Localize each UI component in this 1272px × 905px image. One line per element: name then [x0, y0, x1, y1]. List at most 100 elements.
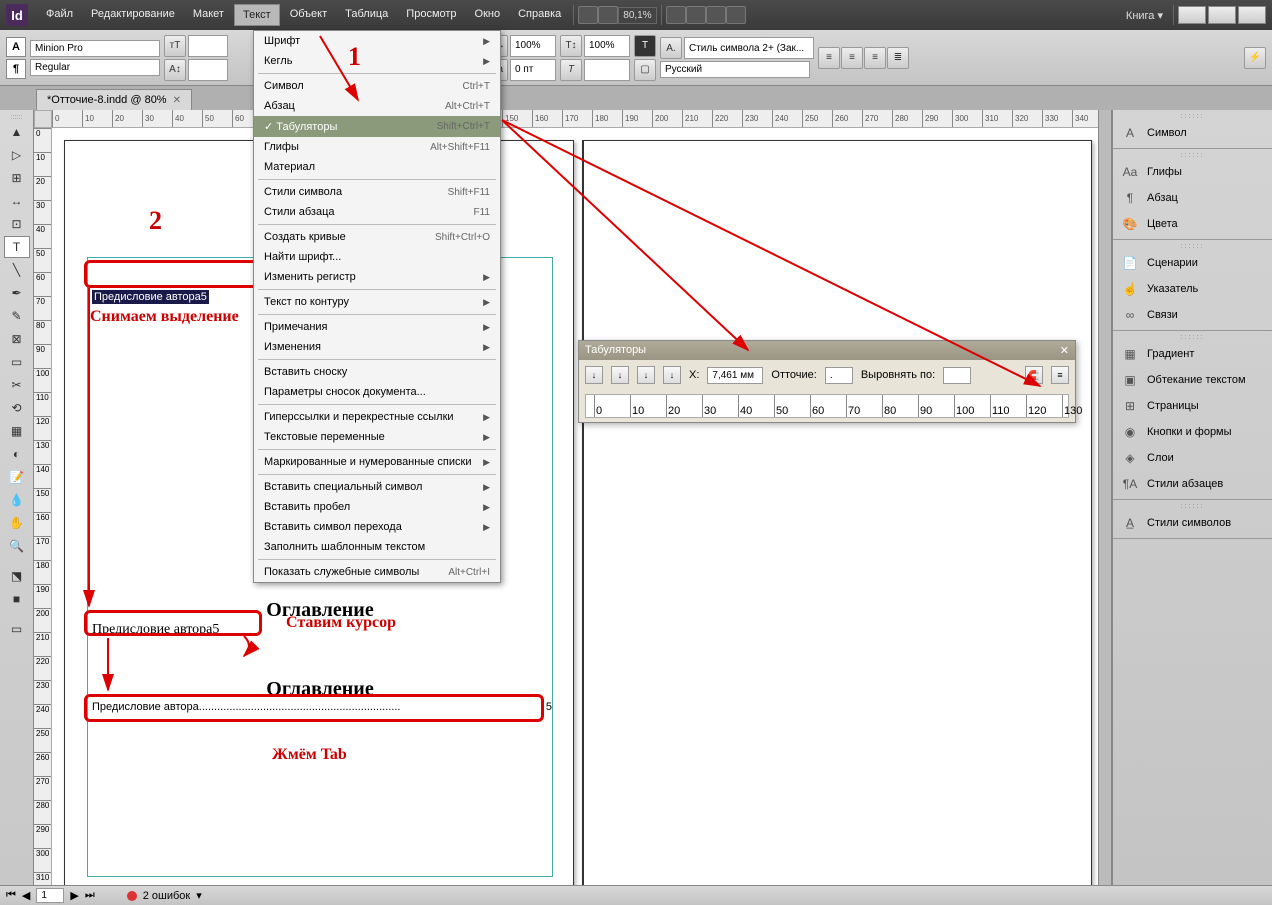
close-tab-icon[interactable]: ✕ — [173, 95, 181, 106]
minimize-button[interactable]: — — [1178, 6, 1206, 24]
menu-item[interactable]: Текстовые переменные▶ — [254, 427, 500, 447]
preflight-menu-icon[interactable]: ▾ — [196, 889, 202, 902]
menu-редактирование[interactable]: Редактирование — [83, 4, 183, 26]
ruler-origin[interactable] — [34, 110, 52, 128]
align-center-icon[interactable]: ≡ — [841, 47, 863, 69]
vscale-input[interactable] — [584, 35, 630, 57]
menu-item[interactable]: Материал — [254, 157, 500, 177]
menu-item[interactable]: Гиперссылки и перекрестные ссылки▶ — [254, 407, 500, 427]
flyout-icon[interactable]: ⚡ — [1244, 47, 1266, 69]
gradient-tool[interactable]: ▦ — [4, 420, 30, 442]
skew-input[interactable] — [584, 59, 630, 81]
panel-Градиент[interactable]: ▦Градиент — [1113, 341, 1272, 367]
panel-Цвета[interactable]: 🎨Цвета — [1113, 211, 1272, 237]
tab-decimal-align-button[interactable]: ↓ — [663, 366, 681, 384]
para-mode-button[interactable]: ¶ — [6, 59, 26, 79]
stroke-icon[interactable]: ▢ — [634, 59, 656, 81]
menu-item[interactable]: Примечания▶ — [254, 317, 500, 337]
eyedropper-tool[interactable]: 💧 — [4, 489, 30, 511]
menu-файл[interactable]: Файл — [38, 4, 81, 26]
tab-left-align-button[interactable]: ↓ — [585, 366, 603, 384]
font-style-input[interactable] — [30, 59, 160, 76]
frame-tool[interactable]: ⊠ — [4, 328, 30, 350]
menu-item[interactable]: Вставить сноску — [254, 362, 500, 382]
font-size-input[interactable] — [188, 35, 228, 57]
panel-collapse-strip[interactable] — [1098, 110, 1112, 885]
document-tab[interactable]: *Отточие-8.indd @ 80% ✕ — [36, 89, 192, 110]
menu-справка[interactable]: Справка — [510, 4, 569, 26]
view-mode-icon[interactable] — [578, 6, 598, 24]
menu-item[interactable]: Найти шрифт... — [254, 247, 500, 267]
menu-окно[interactable]: Окно — [467, 4, 509, 26]
char-mode-button[interactable]: A — [6, 37, 26, 57]
menu-item[interactable]: АбзацAlt+Ctrl+T — [254, 96, 500, 116]
scissors-tool[interactable]: ✂ — [4, 374, 30, 396]
tab-alignon-input[interactable] — [943, 367, 971, 384]
fill-stroke-swap[interactable]: ⬔ — [4, 565, 30, 587]
toolbar-icon[interactable] — [686, 6, 706, 24]
page-nav-next-icon[interactable]: ▶ — [70, 889, 78, 902]
toolbar-icon[interactable] — [706, 6, 726, 24]
panel-Слои[interactable]: ◈Слои — [1113, 445, 1272, 471]
note-tool[interactable]: 📝 — [4, 466, 30, 488]
menu-item[interactable]: Маркированные и нумерованные списки▶ — [254, 452, 500, 472]
close-button[interactable]: ✕ — [1238, 6, 1266, 24]
menu-item[interactable]: Вставить пробел▶ — [254, 497, 500, 517]
screen-mode-icon[interactable] — [598, 6, 618, 24]
tab-magnet-button[interactable]: 🧲 — [1025, 366, 1043, 384]
transform-tool[interactable]: ⟲ — [4, 397, 30, 419]
page-tool[interactable]: ⊞ — [4, 167, 30, 189]
char-style-input[interactable] — [684, 37, 814, 59]
panel-Стили абзацев[interactable]: ¶AСтили абзацев — [1113, 471, 1272, 497]
menu-item[interactable]: Стили абзацаF11 — [254, 202, 500, 222]
menu-item[interactable]: ГлифыAlt+Shift+F11 — [254, 137, 500, 157]
align-justify-icon[interactable]: ≣ — [887, 47, 909, 69]
direct-selection-tool[interactable]: ▷ — [4, 144, 30, 166]
tab-right-align-button[interactable]: ↓ — [637, 366, 655, 384]
preflight-error-text[interactable]: 2 ошибок — [143, 890, 191, 902]
horizontal-ruler[interactable]: 0102030405060708090100110120130140150160… — [52, 110, 1098, 128]
align-right-icon[interactable]: ≡ — [864, 47, 886, 69]
menu-просмотр[interactable]: Просмотр — [398, 4, 464, 26]
menu-item[interactable]: Стили символаShift+F11 — [254, 182, 500, 202]
panel-Страницы[interactable]: ⊞Страницы — [1113, 393, 1272, 419]
leading-input[interactable] — [188, 59, 228, 81]
menu-текст[interactable]: Текст — [234, 4, 280, 26]
page-number-input[interactable] — [36, 888, 64, 903]
menu-item[interactable]: Параметры сносок документа... — [254, 382, 500, 402]
page-nav-prev-icon[interactable]: ◀ — [22, 889, 30, 902]
menu-объект[interactable]: Объект — [282, 4, 335, 26]
hand-tool[interactable]: ✋ — [4, 512, 30, 534]
vertical-ruler[interactable]: 0102030405060708090100110120130140150160… — [34, 128, 52, 885]
menu-item[interactable]: Изменить регистр▶ — [254, 267, 500, 287]
align-left-icon[interactable]: ≡ — [818, 47, 840, 69]
preflight-error-icon[interactable] — [127, 891, 137, 901]
menu-item[interactable]: СимволCtrl+T — [254, 76, 500, 96]
line-tool[interactable]: ╲ — [4, 259, 30, 281]
hscale-input[interactable] — [510, 35, 556, 57]
gap-tool[interactable]: ↔ — [4, 190, 30, 212]
panel-Абзац[interactable]: ¶Абзац — [1113, 185, 1272, 211]
panel-Глифы[interactable]: AaГлифы — [1113, 159, 1272, 185]
menu-item[interactable]: Показать служебные символыAlt+Ctrl+I — [254, 562, 500, 582]
menu-item[interactable]: Изменения▶ — [254, 337, 500, 357]
workspace-switcher[interactable]: Книга ▾ — [1120, 7, 1169, 24]
tab-x-input[interactable] — [707, 367, 763, 384]
fill-icon[interactable]: T — [634, 35, 656, 57]
tabs-panel-titlebar[interactable]: Табуляторы ✕ — [579, 341, 1075, 360]
toolbar-icon[interactable] — [726, 6, 746, 24]
content-tool[interactable]: ⊡ — [4, 213, 30, 235]
panel-Указатель[interactable]: ☝Указатель — [1113, 276, 1272, 302]
menu-item[interactable]: Текст по контуру▶ — [254, 292, 500, 312]
menu-таблица[interactable]: Таблица — [337, 4, 396, 26]
menu-макет[interactable]: Макет — [185, 4, 232, 26]
apply-color[interactable]: ■ — [4, 588, 30, 610]
pen-tool[interactable]: ✒ — [4, 282, 30, 304]
font-family-input[interactable] — [30, 40, 160, 57]
panel-Кнопки и формы[interactable]: ◉Кнопки и формы — [1113, 419, 1272, 445]
menu-item[interactable]: ✓ ТабуляторыShift+Ctrl+T — [254, 116, 500, 137]
type-tool[interactable]: T — [4, 236, 30, 258]
tabs-panel-close-icon[interactable]: ✕ — [1060, 344, 1069, 357]
menu-item[interactable]: Вставить специальный символ▶ — [254, 477, 500, 497]
tabs-panel[interactable]: Табуляторы ✕ ↓ ↓ ↓ ↓ X: Отточие: Выровня… — [578, 340, 1076, 423]
